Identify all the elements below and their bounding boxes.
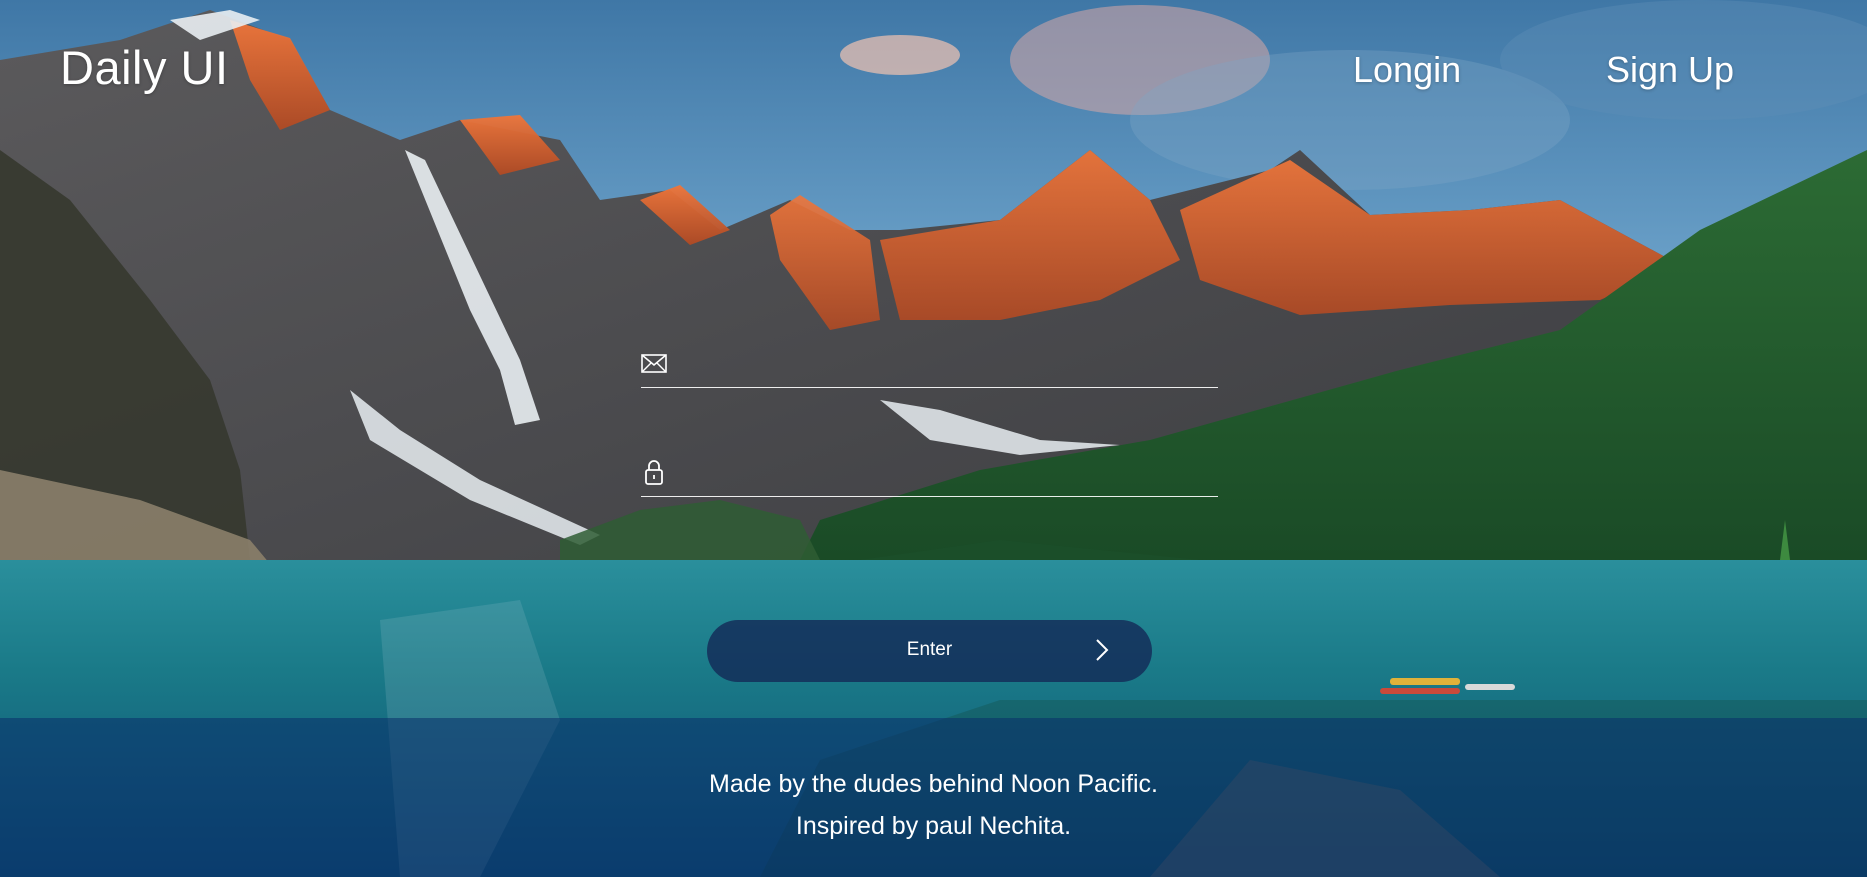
footer-credit: Made by the dudes behind Noon Pacific. <box>709 770 1158 798</box>
password-input[interactable] <box>677 458 1211 492</box>
brand-logo: Daily UI <box>60 41 229 94</box>
enter-button[interactable]: Enter <box>707 620 1152 682</box>
envelope-icon <box>641 354 667 373</box>
chevron-right-icon <box>1096 639 1109 661</box>
login-page: Daily UI Longin Sign Up Enter Made by th… <box>0 0 1867 877</box>
nav-signup-link[interactable]: Sign Up <box>1606 49 1734 91</box>
lock-icon <box>645 460 663 485</box>
nav-login-link[interactable]: Longin <box>1353 49 1461 91</box>
password-field <box>641 456 1218 497</box>
footer-inspiration: Inspired by paul Nechita. <box>795 812 1072 840</box>
email-input[interactable] <box>677 349 1211 383</box>
email-field <box>641 347 1218 388</box>
enter-button-label: Enter <box>906 639 953 660</box>
